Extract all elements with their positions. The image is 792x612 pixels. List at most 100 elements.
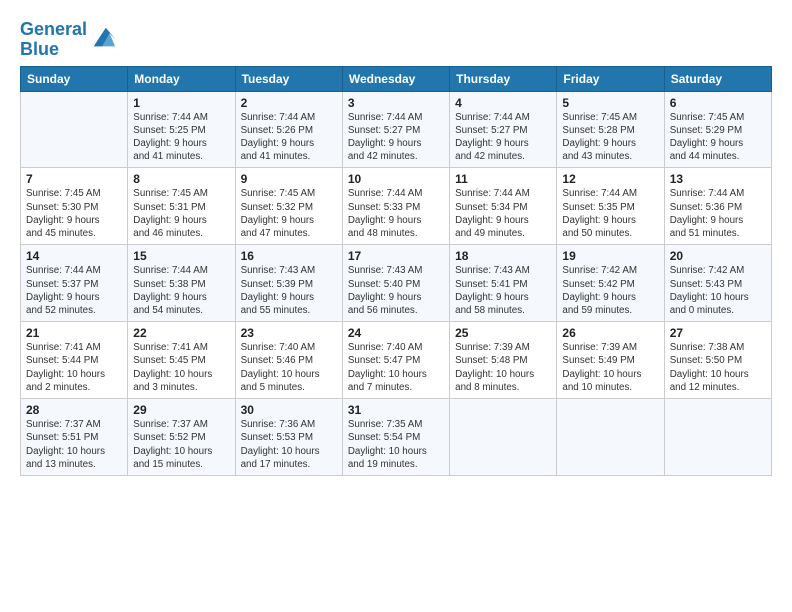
weekday-header-saturday: Saturday	[664, 66, 771, 91]
logo-line2: Blue	[20, 40, 87, 60]
day-info: Sunrise: 7:42 AM Sunset: 5:43 PM Dayligh…	[670, 264, 766, 317]
calendar-week-5: 28Sunrise: 7:37 AM Sunset: 5:51 PM Dayli…	[21, 399, 772, 476]
day-number: 24	[348, 326, 444, 340]
calendar-week-1: 1Sunrise: 7:44 AM Sunset: 5:25 PM Daylig…	[21, 91, 772, 168]
day-info: Sunrise: 7:41 AM Sunset: 5:44 PM Dayligh…	[26, 341, 122, 394]
day-info: Sunrise: 7:44 AM Sunset: 5:27 PM Dayligh…	[455, 111, 551, 164]
calendar-cell	[557, 399, 664, 476]
weekday-header-monday: Monday	[128, 66, 235, 91]
calendar-cell: 30Sunrise: 7:36 AM Sunset: 5:53 PM Dayli…	[235, 399, 342, 476]
day-info: Sunrise: 7:39 AM Sunset: 5:48 PM Dayligh…	[455, 341, 551, 394]
calendar-cell: 1Sunrise: 7:44 AM Sunset: 5:25 PM Daylig…	[128, 91, 235, 168]
weekday-header-wednesday: Wednesday	[342, 66, 449, 91]
day-info: Sunrise: 7:35 AM Sunset: 5:54 PM Dayligh…	[348, 418, 444, 471]
calendar-cell: 3Sunrise: 7:44 AM Sunset: 5:27 PM Daylig…	[342, 91, 449, 168]
day-info: Sunrise: 7:45 AM Sunset: 5:28 PM Dayligh…	[562, 111, 658, 164]
calendar-cell: 5Sunrise: 7:45 AM Sunset: 5:28 PM Daylig…	[557, 91, 664, 168]
day-info: Sunrise: 7:43 AM Sunset: 5:41 PM Dayligh…	[455, 264, 551, 317]
day-number: 26	[562, 326, 658, 340]
calendar-cell: 10Sunrise: 7:44 AM Sunset: 5:33 PM Dayli…	[342, 168, 449, 245]
calendar-week-2: 7Sunrise: 7:45 AM Sunset: 5:30 PM Daylig…	[21, 168, 772, 245]
day-info: Sunrise: 7:44 AM Sunset: 5:37 PM Dayligh…	[26, 264, 122, 317]
day-number: 17	[348, 249, 444, 263]
calendar-cell: 14Sunrise: 7:44 AM Sunset: 5:37 PM Dayli…	[21, 245, 128, 322]
day-number: 19	[562, 249, 658, 263]
calendar-cell: 26Sunrise: 7:39 AM Sunset: 5:49 PM Dayli…	[557, 322, 664, 399]
calendar-cell: 27Sunrise: 7:38 AM Sunset: 5:50 PM Dayli…	[664, 322, 771, 399]
calendar-cell: 21Sunrise: 7:41 AM Sunset: 5:44 PM Dayli…	[21, 322, 128, 399]
day-info: Sunrise: 7:44 AM Sunset: 5:36 PM Dayligh…	[670, 187, 766, 240]
day-number: 5	[562, 96, 658, 110]
day-number: 3	[348, 96, 444, 110]
day-info: Sunrise: 7:41 AM Sunset: 5:45 PM Dayligh…	[133, 341, 229, 394]
calendar-cell: 23Sunrise: 7:40 AM Sunset: 5:46 PM Dayli…	[235, 322, 342, 399]
day-number: 18	[455, 249, 551, 263]
day-number: 21	[26, 326, 122, 340]
day-info: Sunrise: 7:40 AM Sunset: 5:47 PM Dayligh…	[348, 341, 444, 394]
logo-line1: General	[20, 20, 87, 40]
calendar-cell	[450, 399, 557, 476]
calendar-cell: 28Sunrise: 7:37 AM Sunset: 5:51 PM Dayli…	[21, 399, 128, 476]
page: General Blue SundayMondayTuesdayWednesda…	[0, 0, 792, 486]
day-number: 25	[455, 326, 551, 340]
day-info: Sunrise: 7:40 AM Sunset: 5:46 PM Dayligh…	[241, 341, 337, 394]
day-number: 8	[133, 172, 229, 186]
weekday-header-thursday: Thursday	[450, 66, 557, 91]
day-info: Sunrise: 7:43 AM Sunset: 5:39 PM Dayligh…	[241, 264, 337, 317]
day-info: Sunrise: 7:42 AM Sunset: 5:42 PM Dayligh…	[562, 264, 658, 317]
calendar-table: SundayMondayTuesdayWednesdayThursdayFrid…	[20, 66, 772, 476]
calendar-cell: 19Sunrise: 7:42 AM Sunset: 5:42 PM Dayli…	[557, 245, 664, 322]
calendar-week-4: 21Sunrise: 7:41 AM Sunset: 5:44 PM Dayli…	[21, 322, 772, 399]
day-number: 7	[26, 172, 122, 186]
header: General Blue	[20, 16, 772, 60]
header-row: SundayMondayTuesdayWednesdayThursdayFrid…	[21, 66, 772, 91]
calendar-cell: 2Sunrise: 7:44 AM Sunset: 5:26 PM Daylig…	[235, 91, 342, 168]
day-info: Sunrise: 7:44 AM Sunset: 5:35 PM Dayligh…	[562, 187, 658, 240]
day-number: 6	[670, 96, 766, 110]
calendar-cell: 20Sunrise: 7:42 AM Sunset: 5:43 PM Dayli…	[664, 245, 771, 322]
calendar-cell	[664, 399, 771, 476]
calendar-cell: 7Sunrise: 7:45 AM Sunset: 5:30 PM Daylig…	[21, 168, 128, 245]
calendar-cell: 22Sunrise: 7:41 AM Sunset: 5:45 PM Dayli…	[128, 322, 235, 399]
calendar-cell: 25Sunrise: 7:39 AM Sunset: 5:48 PM Dayli…	[450, 322, 557, 399]
day-info: Sunrise: 7:36 AM Sunset: 5:53 PM Dayligh…	[241, 418, 337, 471]
day-info: Sunrise: 7:45 AM Sunset: 5:29 PM Dayligh…	[670, 111, 766, 164]
weekday-header-tuesday: Tuesday	[235, 66, 342, 91]
day-info: Sunrise: 7:39 AM Sunset: 5:49 PM Dayligh…	[562, 341, 658, 394]
day-number: 27	[670, 326, 766, 340]
calendar-cell: 17Sunrise: 7:43 AM Sunset: 5:40 PM Dayli…	[342, 245, 449, 322]
calendar-cell: 13Sunrise: 7:44 AM Sunset: 5:36 PM Dayli…	[664, 168, 771, 245]
weekday-header-friday: Friday	[557, 66, 664, 91]
logo-icon	[89, 24, 117, 52]
day-info: Sunrise: 7:37 AM Sunset: 5:52 PM Dayligh…	[133, 418, 229, 471]
weekday-header-sunday: Sunday	[21, 66, 128, 91]
calendar-cell: 16Sunrise: 7:43 AM Sunset: 5:39 PM Dayli…	[235, 245, 342, 322]
calendar-cell: 8Sunrise: 7:45 AM Sunset: 5:31 PM Daylig…	[128, 168, 235, 245]
day-number: 28	[26, 403, 122, 417]
day-info: Sunrise: 7:44 AM Sunset: 5:27 PM Dayligh…	[348, 111, 444, 164]
calendar-cell: 4Sunrise: 7:44 AM Sunset: 5:27 PM Daylig…	[450, 91, 557, 168]
calendar-cell	[21, 91, 128, 168]
day-info: Sunrise: 7:37 AM Sunset: 5:51 PM Dayligh…	[26, 418, 122, 471]
calendar-cell: 18Sunrise: 7:43 AM Sunset: 5:41 PM Dayli…	[450, 245, 557, 322]
day-number: 15	[133, 249, 229, 263]
day-number: 11	[455, 172, 551, 186]
day-info: Sunrise: 7:44 AM Sunset: 5:25 PM Dayligh…	[133, 111, 229, 164]
day-number: 2	[241, 96, 337, 110]
calendar-cell: 31Sunrise: 7:35 AM Sunset: 5:54 PM Dayli…	[342, 399, 449, 476]
day-number: 10	[348, 172, 444, 186]
day-info: Sunrise: 7:45 AM Sunset: 5:32 PM Dayligh…	[241, 187, 337, 240]
calendar-cell: 29Sunrise: 7:37 AM Sunset: 5:52 PM Dayli…	[128, 399, 235, 476]
day-number: 30	[241, 403, 337, 417]
calendar-cell: 24Sunrise: 7:40 AM Sunset: 5:47 PM Dayli…	[342, 322, 449, 399]
day-number: 13	[670, 172, 766, 186]
day-info: Sunrise: 7:45 AM Sunset: 5:31 PM Dayligh…	[133, 187, 229, 240]
day-number: 4	[455, 96, 551, 110]
day-number: 29	[133, 403, 229, 417]
day-info: Sunrise: 7:38 AM Sunset: 5:50 PM Dayligh…	[670, 341, 766, 394]
day-number: 9	[241, 172, 337, 186]
day-info: Sunrise: 7:44 AM Sunset: 5:26 PM Dayligh…	[241, 111, 337, 164]
day-number: 1	[133, 96, 229, 110]
calendar-week-3: 14Sunrise: 7:44 AM Sunset: 5:37 PM Dayli…	[21, 245, 772, 322]
day-number: 22	[133, 326, 229, 340]
